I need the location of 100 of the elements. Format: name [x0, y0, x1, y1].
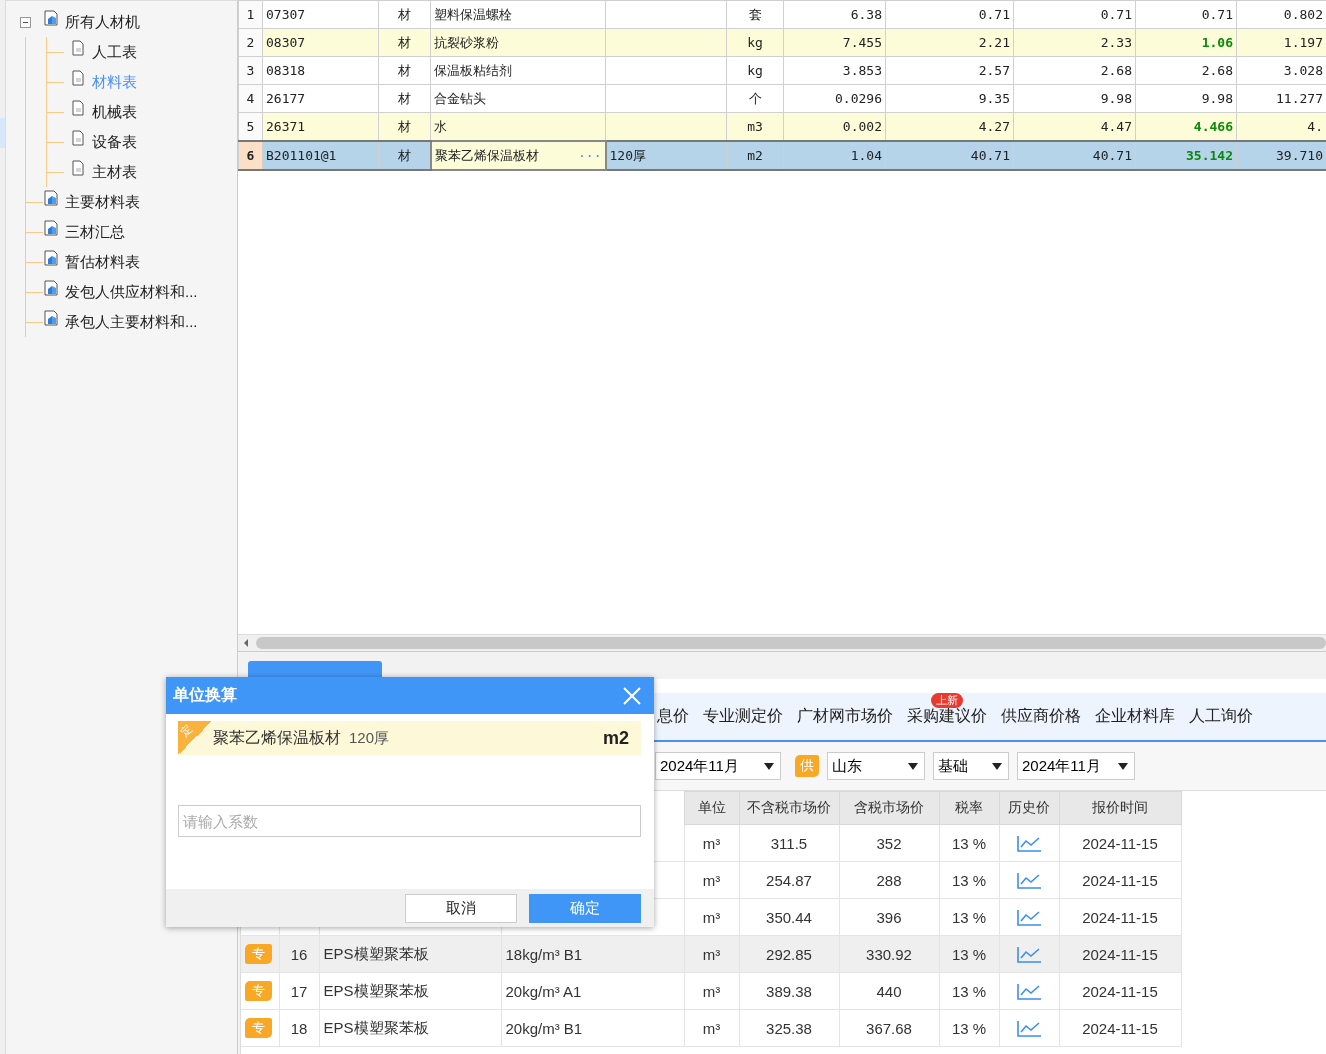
- horizontal-scrollbar[interactable]: [238, 634, 1326, 651]
- tree-item[interactable]: 主要材料表: [65, 192, 140, 212]
- table-cell: 材: [378, 141, 431, 170]
- table-cell: m³: [684, 1009, 739, 1047]
- price-tab[interactable]: 专业测定价: [696, 693, 790, 740]
- column-header[interactable]: 报价时间: [1059, 791, 1181, 825]
- table-cell: 9.98: [1013, 84, 1136, 113]
- table-cell: 0.0296: [783, 84, 886, 113]
- table-cell: 2.68: [1135, 56, 1237, 85]
- table-cell: 2.21: [885, 28, 1014, 57]
- tree-item[interactable]: 机械表: [92, 102, 137, 122]
- table-cell: 08307: [262, 28, 379, 57]
- price-tab[interactable]: 息价: [655, 693, 696, 740]
- table-cell: 9.98: [1135, 84, 1237, 113]
- tree-item[interactable]: 所有人材机: [65, 12, 140, 32]
- tree-item[interactable]: 人工表: [92, 42, 137, 62]
- line-chart-icon[interactable]: [1016, 834, 1042, 853]
- table-cell: 3.853: [783, 56, 886, 85]
- line-chart-icon[interactable]: [1016, 908, 1042, 927]
- document-icon: [70, 100, 86, 116]
- table-cell: m2: [726, 141, 784, 170]
- table-cell: 17: [290, 982, 308, 1000]
- table-cell: 抗裂砂浆粉: [434, 33, 499, 52]
- report-icon: [43, 250, 59, 266]
- table-cell: 18kg/m³ B1: [505, 945, 583, 963]
- corner-tag: 定: [178, 721, 212, 755]
- collapse-toggle[interactable]: [20, 16, 31, 28]
- column-header[interactable]: 不含税市场价: [739, 791, 839, 825]
- table-cell: 325.38: [739, 1009, 839, 1047]
- table-cell: 13 %: [939, 1009, 999, 1047]
- document-icon: [70, 160, 86, 176]
- line-chart-icon[interactable]: [1016, 1019, 1042, 1038]
- period-dropdown[interactable]: 2024年11月: [1017, 752, 1135, 780]
- tree-item[interactable]: 设备表: [92, 132, 137, 152]
- price-tab[interactable]: 广材网市场价: [790, 693, 900, 740]
- table-cell: 2024-11-15: [1059, 1009, 1181, 1047]
- cancel-button[interactable]: 取消: [405, 893, 517, 923]
- column-header[interactable]: 历史价: [999, 791, 1059, 825]
- table-cell: 7.455: [783, 28, 886, 57]
- report-icon: [43, 220, 59, 236]
- line-chart-icon[interactable]: [1016, 945, 1042, 964]
- row-number: 1: [238, 0, 263, 29]
- tree-item[interactable]: 主材表: [92, 162, 137, 182]
- report-icon: [43, 10, 59, 26]
- special-tag: 专: [245, 944, 272, 964]
- region-dropdown[interactable]: 山东: [827, 752, 925, 780]
- item-unit: m2: [603, 727, 629, 749]
- row-number: 6: [238, 141, 263, 170]
- table-cell: 1.04: [783, 141, 886, 170]
- coefficient-input[interactable]: 请输入系数: [178, 805, 641, 837]
- table-cell: m³: [684, 861, 739, 899]
- line-chart-icon[interactable]: [1016, 982, 1042, 1001]
- close-icon[interactable]: [622, 685, 642, 706]
- table-cell: 个: [726, 84, 784, 113]
- level-dropdown[interactable]: 基础: [933, 752, 1009, 780]
- line-chart-icon[interactable]: [1016, 871, 1042, 890]
- table-cell: 39.710: [1236, 141, 1326, 170]
- table-cell: 9.35: [885, 84, 1014, 113]
- scroll-left-icon[interactable]: [242, 638, 250, 648]
- tree-item[interactable]: 承包人主要材料和...: [65, 312, 198, 332]
- report-icon: [43, 280, 59, 296]
- table-cell: 2.68: [1013, 56, 1136, 85]
- table-cell: 254.87: [739, 861, 839, 899]
- special-tag: 专: [245, 1018, 272, 1038]
- table-cell: EPS模塑聚苯板: [323, 981, 429, 999]
- table-cell: 20kg/m³ A1: [505, 982, 582, 1000]
- table-cell: 396: [839, 898, 939, 936]
- document-icon: [70, 70, 86, 86]
- tree-item[interactable]: 发包人供应材料和...: [65, 282, 198, 302]
- column-header[interactable]: 含税市场价: [839, 791, 939, 825]
- table-cell: EPS模塑聚苯板: [323, 1018, 429, 1036]
- table-cell: 2024-11-15: [1059, 824, 1181, 862]
- price-tab[interactable]: 企业材料库: [1088, 693, 1182, 740]
- table-cell: 13 %: [939, 898, 999, 936]
- table-cell: 13 %: [939, 972, 999, 1010]
- table-cell: 聚苯乙烯保温板材: [434, 146, 539, 165]
- supplier-tag: 供: [795, 755, 819, 777]
- tree-item[interactable]: 三材汇总: [65, 222, 125, 242]
- price-tab[interactable]: 供应商价格: [994, 693, 1088, 740]
- table-cell: kg: [726, 56, 784, 85]
- table-cell: 26177: [262, 84, 379, 113]
- tree-item[interactable]: 暂估材料表: [65, 252, 140, 272]
- row-number: 4: [238, 84, 263, 113]
- table-cell: 2024-11-15: [1059, 861, 1181, 899]
- table-cell: m³: [684, 972, 739, 1010]
- table-cell: 16: [290, 945, 308, 963]
- table-cell: 套: [726, 0, 784, 29]
- period-dropdown[interactable]: 2024年11月: [655, 752, 781, 780]
- table-cell: 120厚: [605, 141, 727, 170]
- scroll-thumb[interactable]: [256, 637, 1326, 649]
- table-cell: 40.71: [885, 141, 1014, 170]
- table-cell: 合金钻头: [434, 89, 486, 108]
- table-cell: 2024-11-15: [1059, 898, 1181, 936]
- column-header[interactable]: 单位: [684, 791, 739, 825]
- table-cell: 1.06: [1135, 28, 1237, 57]
- item-spec: 120厚: [349, 728, 390, 748]
- special-tag: 专: [245, 981, 272, 1001]
- table-cell: 367.68: [839, 1009, 939, 1047]
- column-header[interactable]: 税率: [939, 791, 999, 825]
- price-tab[interactable]: 人工询价: [1182, 693, 1260, 740]
